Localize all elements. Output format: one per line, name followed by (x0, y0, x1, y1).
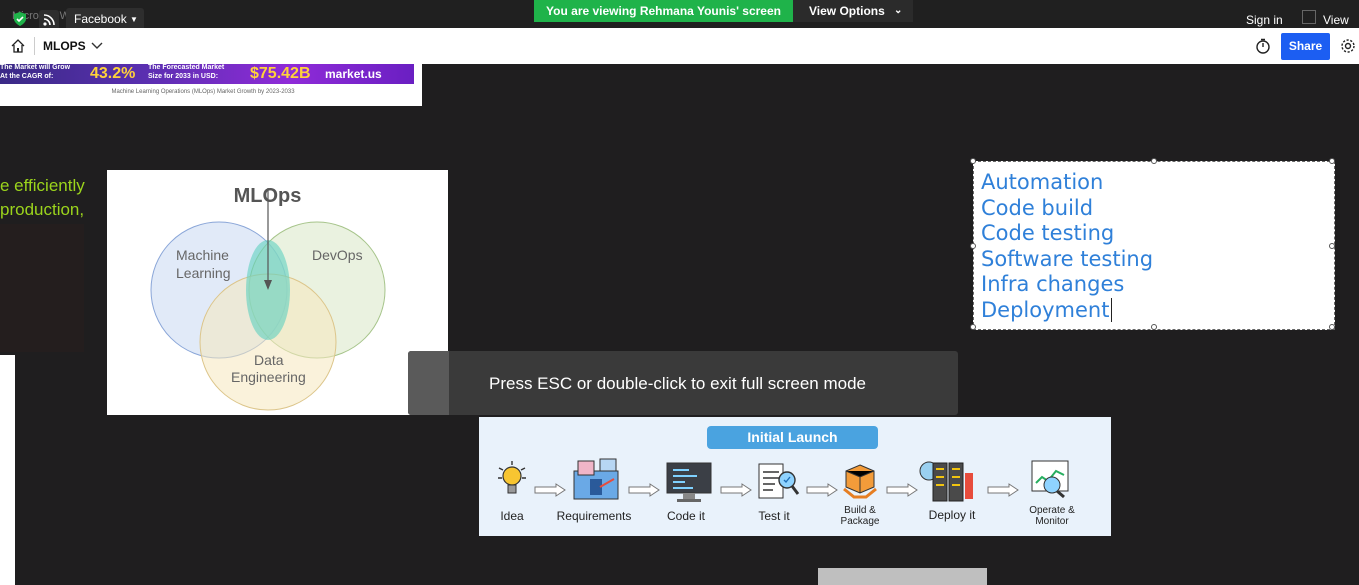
step-label-operate-line2: Monitor (1035, 516, 1069, 527)
lightbulb-icon (496, 460, 528, 502)
window-icon[interactable] (1302, 10, 1316, 24)
toast-accent (408, 351, 449, 415)
left-text-line2: production, (0, 200, 85, 219)
requirements-icon (570, 457, 622, 503)
step-label-idea: Idea (500, 509, 524, 523)
resize-handle[interactable] (1329, 158, 1335, 164)
monitor-code-icon (665, 461, 713, 503)
chevron-down-icon: ⌄ (894, 5, 903, 16)
monitor-chart-icon (1030, 459, 1070, 501)
gear-icon[interactable] (1340, 38, 1356, 54)
venn-label-ml-line1: Machine (176, 247, 229, 263)
package-icon (840, 461, 880, 501)
resize-handle[interactable] (1329, 243, 1335, 249)
step-label-build-line2: Package (840, 516, 880, 527)
resize-handle[interactable] (970, 324, 976, 330)
market-banner-caption: Machine Learning Operations (MLOps) Mark… (111, 89, 295, 95)
textbox-line-6: Deployment (981, 298, 1110, 322)
divider (34, 37, 35, 55)
share-button[interactable]: Share (1281, 33, 1330, 60)
arrow-icon (806, 483, 838, 497)
step-label-operate-line1: Operate & (1029, 505, 1075, 516)
resize-handle[interactable] (970, 158, 976, 164)
market-banner-bar: The Market will Grow At the CAGR of: 43.… (0, 64, 414, 84)
rss-feed-icon[interactable] (39, 10, 59, 30)
textbox-line-2: Code build (981, 196, 1094, 220)
arrow-icon (628, 483, 660, 497)
textbox-line-3: Code testing (981, 221, 1115, 245)
forecast-line2: Size for 2033 in USD: (148, 73, 219, 80)
initial-launch-header: Initial Launch (707, 426, 878, 449)
view-options-button[interactable]: View Options ⌄ (793, 0, 913, 22)
resize-handle[interactable] (1151, 158, 1157, 164)
forecast-line1: The Forecasted Market (148, 64, 225, 71)
venn-label-de-line2: Engineering (231, 369, 306, 385)
gray-shape[interactable] (818, 568, 987, 585)
cagr-line2: At the CAGR of: (0, 73, 54, 80)
arrow-icon (720, 483, 752, 497)
chevron-down-icon[interactable] (90, 39, 104, 51)
screen-share-banner: You are viewing Rehmana Younis' screen (534, 0, 793, 22)
textbox-line-5: Infra changes (981, 272, 1125, 296)
board-title[interactable]: MLOPS (43, 39, 86, 53)
whiteboard-toolbar (0, 28, 1359, 64)
step-label-deploy-it: Deploy it (928, 508, 976, 522)
venn-label-de-line1: Data (254, 352, 284, 368)
cagr-value: 43.2% (90, 65, 136, 82)
resize-handle[interactable] (1151, 324, 1157, 330)
sign-in-link[interactable]: Sign in (1246, 13, 1283, 27)
step-label-requirements: Requirements (556, 509, 632, 523)
step-label-code-it: Code it (666, 509, 706, 523)
fullscreen-toast-message: Press ESC or double-click to exit full s… (489, 374, 866, 393)
server-deploy-icon (919, 459, 979, 505)
venn-title: MLOps (233, 185, 302, 207)
arrow-icon (987, 483, 1019, 497)
timer-icon[interactable] (1255, 38, 1271, 54)
arrow-icon (534, 483, 566, 497)
resize-handle[interactable] (970, 243, 976, 249)
shield-icon[interactable] (12, 11, 28, 27)
resize-handle[interactable] (1329, 324, 1335, 330)
step-label-build-line1: Build & (844, 505, 876, 516)
home-icon[interactable] (10, 38, 26, 54)
text-caret (1111, 298, 1112, 322)
arrow-icon (886, 483, 918, 497)
step-label-test-it: Test it (758, 509, 790, 523)
textbox-line-1: Automation (981, 170, 1104, 194)
cagr-line1: The Market will Grow (0, 64, 71, 71)
left-text-line1: e efficiently (0, 176, 85, 195)
view-options-label: View Options (809, 4, 885, 18)
test-magnifier-icon (755, 460, 801, 504)
market-brand: market.us (325, 67, 382, 81)
textbox-line-4: Software testing (981, 247, 1154, 271)
left-white-shape (0, 355, 15, 585)
mlops-venn-image[interactable]: MLOps Machine Learning DevOps Data Engin… (107, 170, 448, 415)
forecast-value: $75.42B (250, 65, 311, 82)
left-dark-image (0, 224, 84, 352)
view-button[interactable]: View (1323, 13, 1349, 27)
venn-label-devops: DevOps (312, 247, 363, 263)
venn-label-ml-line2: Learning (176, 265, 231, 281)
